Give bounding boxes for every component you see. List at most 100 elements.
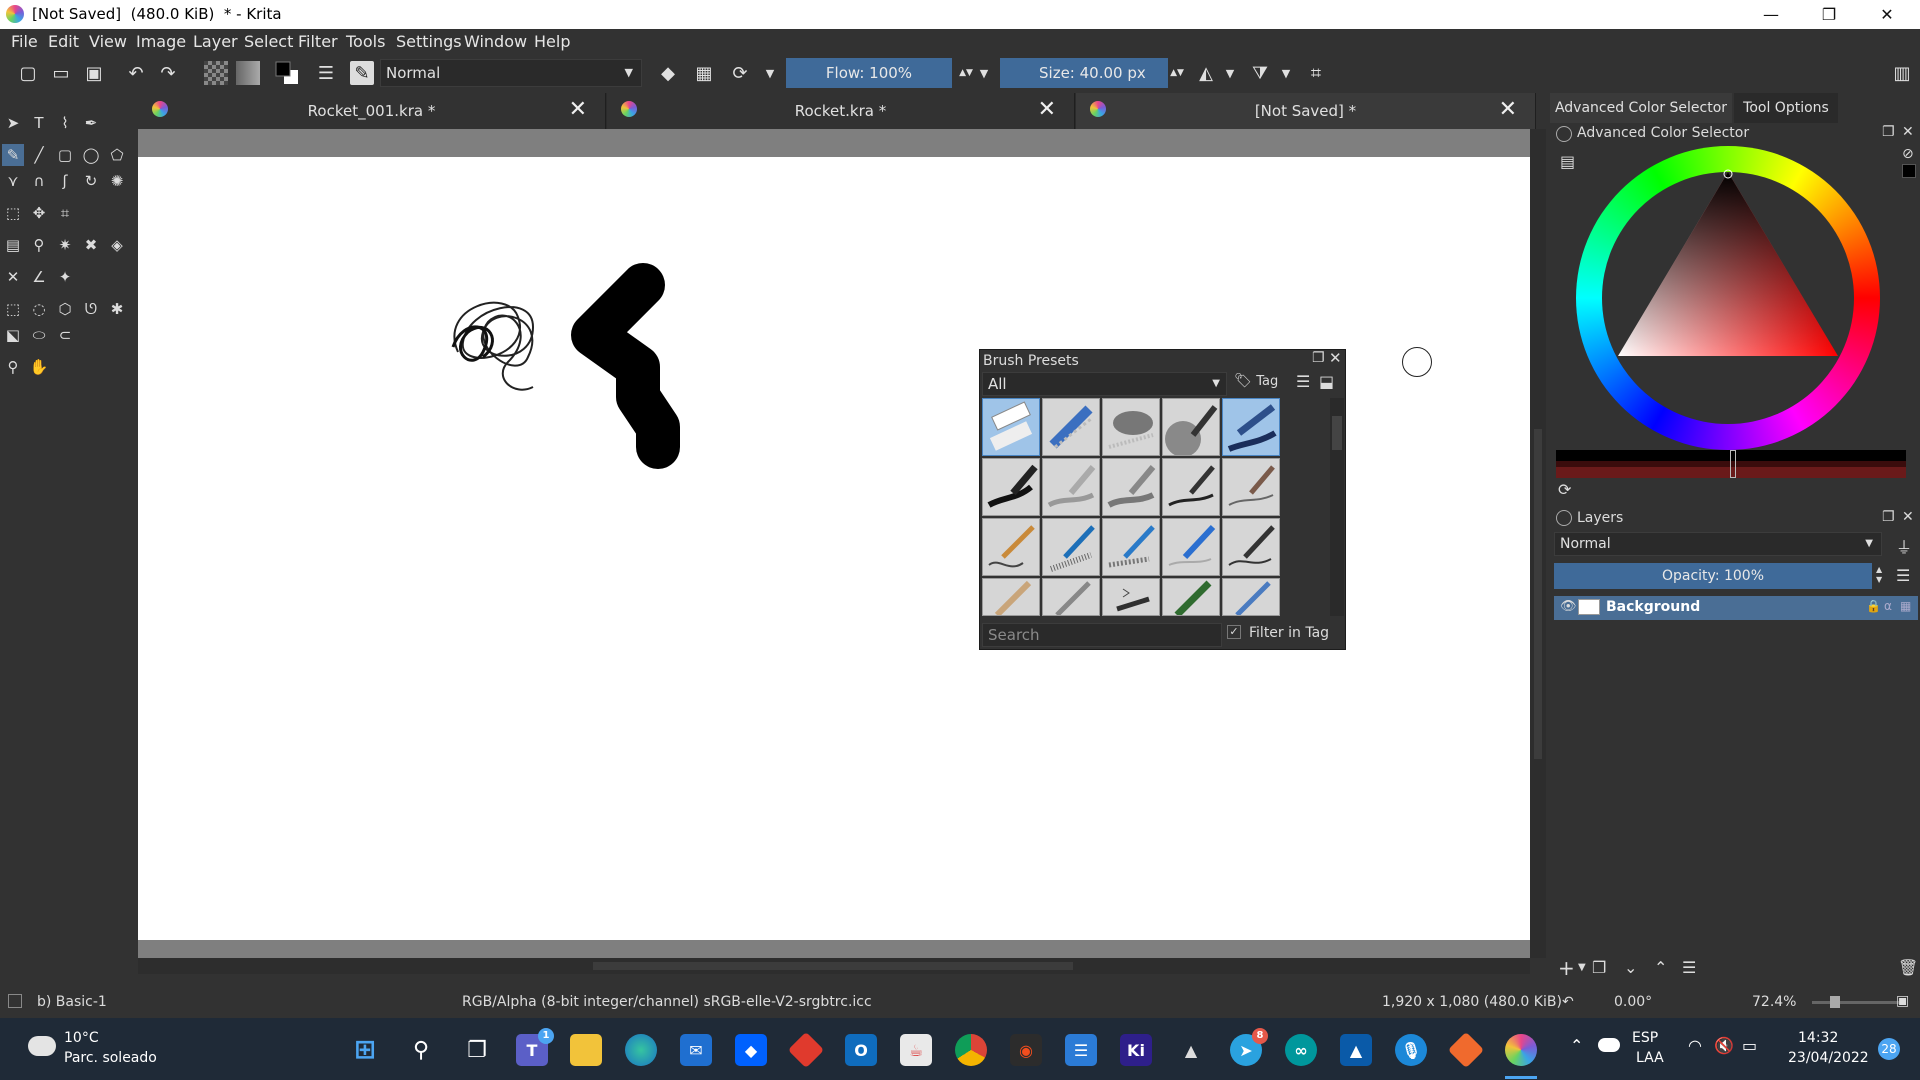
- menu-layer[interactable]: Layer: [193, 32, 238, 51]
- close-tab-icon[interactable]: ✕: [1499, 97, 1517, 122]
- size-slider[interactable]: Size: 40.00 px: [1000, 58, 1168, 88]
- color-history-bar[interactable]: [1556, 450, 1906, 478]
- brush-preset-item[interactable]: [982, 458, 1040, 516]
- brush-preset-item[interactable]: [1042, 398, 1100, 456]
- brush-presets-scroll-thumb[interactable]: [1332, 416, 1342, 450]
- preserve-alpha-icon[interactable]: ▦: [692, 61, 716, 85]
- gradient-icon[interactable]: [236, 61, 260, 85]
- fg-bg-color-icon[interactable]: [274, 61, 298, 85]
- assistant-tool-icon[interactable]: ✕: [2, 266, 24, 288]
- telegram-icon[interactable]: ➤ 8: [1230, 1028, 1268, 1066]
- brush-preset-item[interactable]: [1102, 398, 1160, 456]
- reload-preset-icon[interactable]: ⟳: [728, 61, 752, 85]
- move-layer-down-icon[interactable]: ⌄: [1624, 958, 1637, 977]
- figma-icon[interactable]: ◉: [1010, 1034, 1042, 1066]
- magnetic-select-tool-icon[interactable]: ⊂: [54, 324, 76, 346]
- vertical-scrollbar[interactable]: [1530, 129, 1546, 958]
- current-color-swatch[interactable]: [1902, 164, 1916, 178]
- file-explorer-icon[interactable]: [570, 1034, 602, 1066]
- layer-row[interactable]: 👁 Background 🔒 α ▦: [1554, 596, 1918, 620]
- tab-advanced-color-selector[interactable]: Advanced Color Selector: [1550, 93, 1732, 123]
- zoom-slider-handle[interactable]: [1830, 996, 1840, 1008]
- smart-patch-tool-icon[interactable]: ✖: [80, 234, 102, 256]
- size-spin-icon[interactable]: ▲▼: [1165, 61, 1189, 85]
- brush-preset-item[interactable]: [1222, 398, 1280, 456]
- zoom-tool-icon[interactable]: ⚲: [2, 356, 24, 378]
- color-picker-tool-icon[interactable]: ⚲: [28, 234, 50, 256]
- menu-filter[interactable]: Filter: [298, 32, 338, 51]
- mirror-horizontal-icon[interactable]: ◭: [1194, 61, 1218, 85]
- brush-preset-item[interactable]: [1222, 458, 1280, 516]
- import-icon[interactable]: ⬓: [1319, 372, 1334, 391]
- close-docker-icon[interactable]: ✕: [1902, 509, 1914, 525]
- flow-slider[interactable]: Flow: 100%: [786, 58, 952, 88]
- outlook-icon[interactable]: O: [845, 1034, 877, 1066]
- add-layer-dropdown-icon[interactable]: ▼: [1578, 962, 1586, 973]
- fill-tool-icon[interactable]: ◈: [106, 234, 128, 256]
- rotate-icon[interactable]: ↶: [1562, 994, 1574, 1010]
- speaker-muted-icon[interactable]: 🔇: [1714, 1036, 1734, 1055]
- input-language-variant[interactable]: LAA: [1636, 1050, 1664, 1066]
- close-tab-icon[interactable]: ✕: [1038, 97, 1056, 122]
- arduino-icon[interactable]: ∞: [1285, 1034, 1317, 1066]
- vertical-scroll-thumb[interactable]: [1534, 429, 1542, 759]
- menu-edit[interactable]: Edit: [48, 32, 79, 51]
- tab-rocket[interactable]: Rocket.kra * ✕: [607, 93, 1075, 129]
- multibrush-tool-icon[interactable]: ✺: [106, 170, 128, 192]
- close-docker-icon[interactable]: ✕: [1329, 349, 1342, 367]
- opacity-spin-icon[interactable]: ▲ ▼: [1876, 565, 1882, 585]
- brush-preset-item[interactable]: [1162, 458, 1220, 516]
- float-docker-icon[interactable]: ❐: [1312, 350, 1325, 366]
- clock-time[interactable]: 14:32: [1798, 1030, 1838, 1046]
- brush-preset-item[interactable]: [1222, 578, 1280, 616]
- checker-icon[interactable]: ▦: [1900, 599, 1911, 613]
- freehand-select-tool-icon[interactable]: ᘎ: [80, 298, 102, 320]
- tab-tool-options[interactable]: Tool Options: [1734, 93, 1838, 123]
- brush-preset-item[interactable]: [1162, 578, 1220, 616]
- input-language[interactable]: ESP: [1632, 1030, 1658, 1046]
- fit-page-icon[interactable]: ▣: [1896, 993, 1909, 1009]
- filter-in-tag-checkbox[interactable]: ✓: [1227, 625, 1241, 639]
- brush-preset-item[interactable]: [1042, 458, 1100, 516]
- task-view-icon[interactable]: ❐: [461, 1034, 493, 1066]
- delete-layer-icon[interactable]: 🗑: [1898, 958, 1918, 977]
- krita-launcher-icon[interactable]: Ki: [1120, 1034, 1152, 1066]
- pan-tool-icon[interactable]: ✋: [28, 356, 50, 378]
- mirror-v-dropdown-icon[interactable]: ▼: [1274, 61, 1298, 85]
- brush-settings-icon[interactable]: ☰: [314, 61, 338, 85]
- freehand-brush-tool-icon[interactable]: ✎: [2, 144, 24, 166]
- rectangle-tool-icon[interactable]: ▢: [54, 144, 76, 166]
- layer-blend-mode-select[interactable]: Normal ▼: [1554, 532, 1882, 556]
- transform-tool-icon[interactable]: ⬚: [2, 202, 24, 224]
- inkscape-icon[interactable]: ▲: [1175, 1034, 1207, 1066]
- layer-opacity-slider[interactable]: Opacity: 100%: [1554, 563, 1872, 589]
- lock-icon[interactable]: [1556, 510, 1572, 526]
- flow-dropdown-icon[interactable]: ▼: [972, 61, 996, 85]
- menu-image[interactable]: Image: [136, 32, 186, 51]
- weather-desc[interactable]: Parc. soleado: [64, 1050, 157, 1066]
- freehand-path-tool-icon[interactable]: ʃ: [54, 170, 76, 192]
- tag-button[interactable]: 🏷 Tag: [1234, 373, 1278, 389]
- calligraphy-tool-icon[interactable]: ✒: [80, 112, 102, 134]
- mirror-dropdown-icon[interactable]: ▼: [1218, 61, 1242, 85]
- bezier-tool-icon[interactable]: ∩: [28, 170, 50, 192]
- edit-shapes-tool-icon[interactable]: ⌇: [54, 112, 76, 134]
- saturation-value-triangle[interactable]: [1576, 146, 1880, 450]
- brush-search-input[interactable]: Search: [982, 623, 1222, 647]
- tab-rocket-001[interactable]: Rocket_001.kra * ✕: [138, 93, 606, 129]
- menu-help[interactable]: Help: [534, 32, 570, 51]
- polygon-tool-icon[interactable]: ⬠: [106, 144, 128, 166]
- layer-properties-icon[interactable]: ☰: [1682, 958, 1696, 977]
- refresh-icon[interactable]: ⟳: [1558, 480, 1571, 499]
- horizontal-scrollbar[interactable]: [138, 958, 1530, 974]
- undo-icon[interactable]: ↶: [124, 61, 148, 85]
- duplicate-layer-icon[interactable]: ❐: [1592, 958, 1606, 977]
- wrap-around-icon[interactable]: ⌗: [1304, 61, 1328, 85]
- similar-select-tool-icon[interactable]: ⬕: [2, 324, 24, 346]
- rotation-value[interactable]: 0.00°: [1614, 994, 1652, 1010]
- inherit-alpha-icon[interactable]: α: [1884, 599, 1892, 613]
- wifi-icon[interactable]: ◠: [1688, 1036, 1702, 1055]
- notepad-icon[interactable]: ☰: [1065, 1034, 1097, 1066]
- move-layer-up-icon[interactable]: ⌃: [1654, 958, 1667, 977]
- brush-tag-filter-select[interactable]: All ▼: [982, 372, 1227, 396]
